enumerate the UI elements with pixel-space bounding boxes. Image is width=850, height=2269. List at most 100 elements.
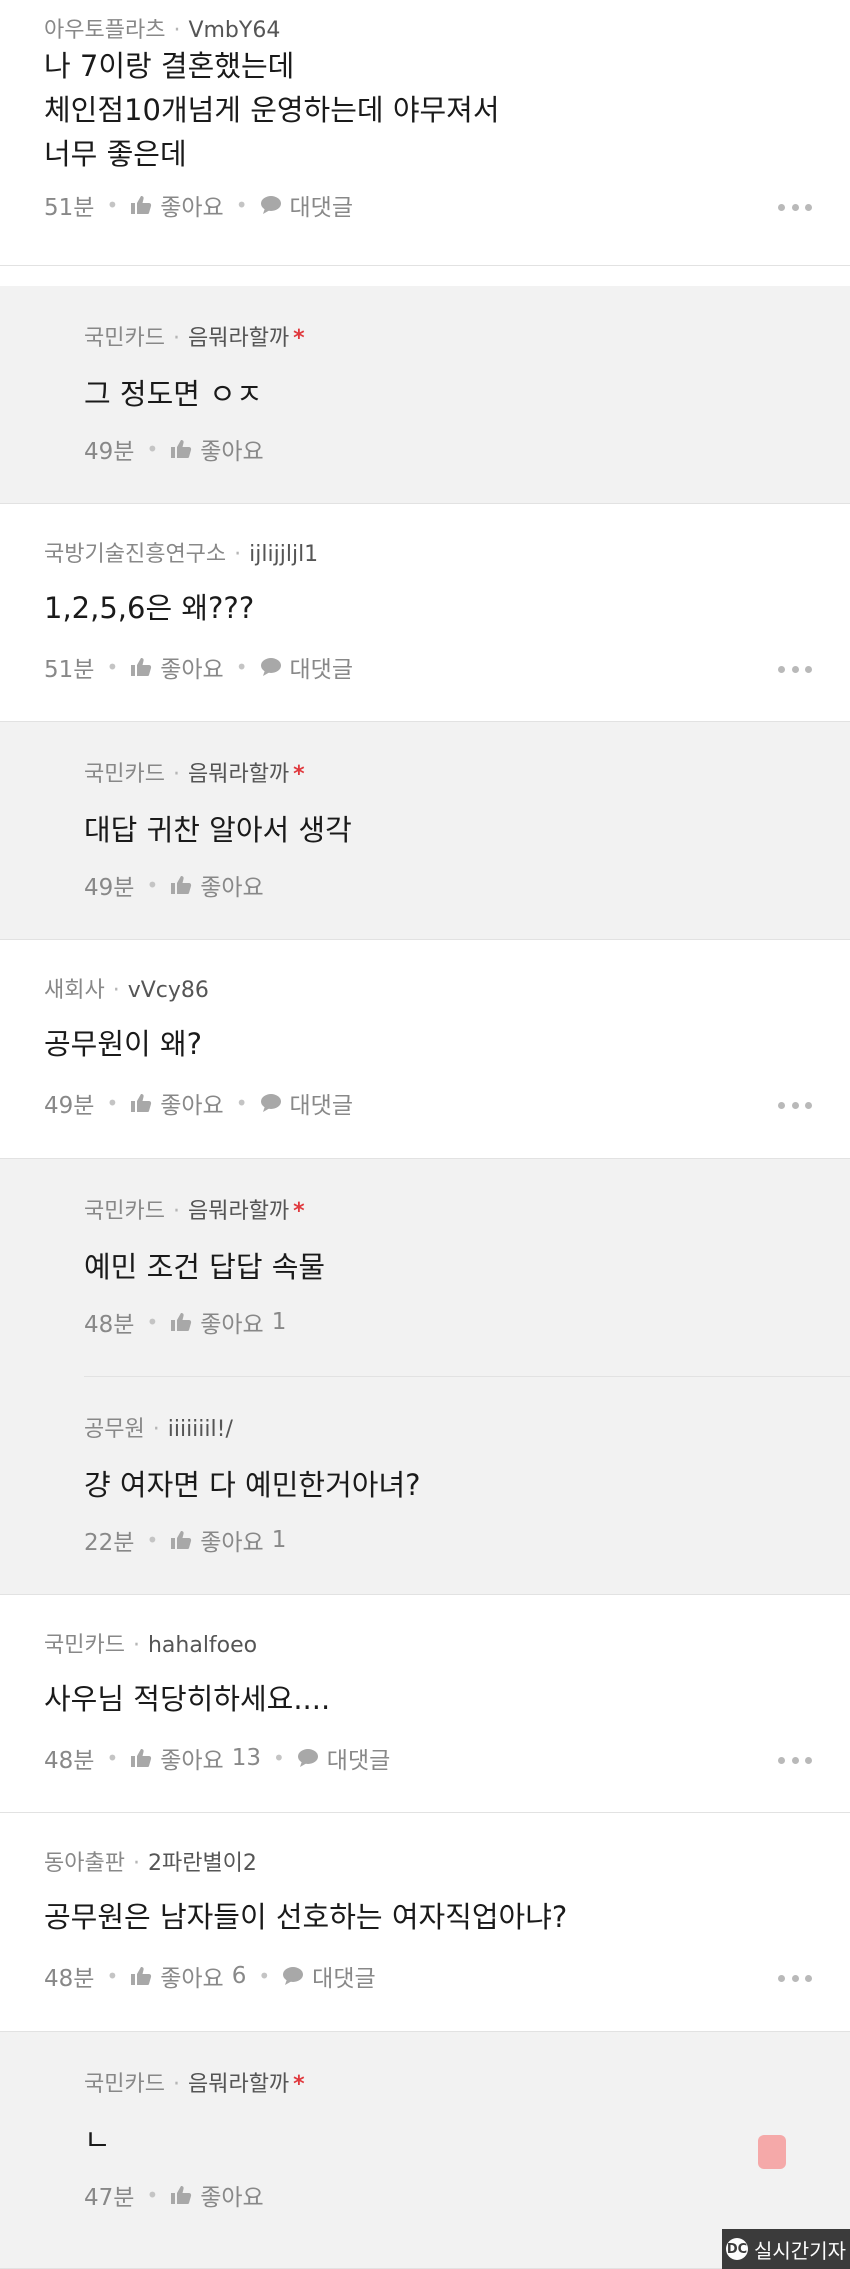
comment-actions: 51분 • 좋아요 • 대댓글 [44,188,353,222]
like-label: 좋아요 [200,439,264,465]
more-options-button[interactable] [778,664,812,674]
author-company[interactable]: 국민카드 [84,1199,165,1224]
like-label: 좋아요 [200,2185,264,2211]
comment-time: 48분 [44,1966,95,1992]
separator-dot: • [146,2183,159,2207]
separator-dot: • [106,1964,119,1988]
comment-text-line: 나 7이랑 결혼했는데 [44,49,295,83]
comment-author-line: 공무원 · iiiiiiil!/ [84,1411,233,1443]
author-company[interactable]: 국민카드 [84,762,165,787]
separator-dot: • [235,193,248,217]
author-badge-star: * [293,762,305,787]
like-button[interactable]: 좋아요 [170,868,264,902]
comment-actions: 51분 • 좋아요 • 대댓글 [44,650,353,684]
thumbs-up-icon [171,1531,192,1549]
author-company[interactable]: 국민카드 [44,1633,125,1658]
more-options-button[interactable] [778,1755,812,1765]
comment-time: 51분 [44,195,95,221]
like-label: 좋아요 [200,1530,264,1556]
floating-action-button[interactable] [758,2135,786,2169]
more-options-button[interactable] [778,202,812,212]
more-options-button[interactable] [778,1100,812,1110]
like-button[interactable]: 좋아요 [130,188,224,222]
author-company[interactable]: 아우토플라츠 [44,18,165,43]
comment-author-line: 국방기술진흥연구소 · ijlijjljl1 [44,536,318,568]
comment-author-line: 동아출판 · 2파란별이2 [44,1845,257,1877]
more-options-button[interactable] [778,1973,812,1983]
author-nickname[interactable]: 음뭐라할까 [188,762,289,787]
thumbs-up-icon [171,1313,192,1331]
comment-author-line: 국민카드 · hahalfoeo [44,1627,257,1659]
reply-button[interactable]: 대댓글 [260,1086,353,1120]
comment-item: 아우토플라츠 · VmbY64 나 7이랑 결혼했는데 체인점10개넘게 운영하는데 야… [0,0,850,286]
author-nickname[interactable]: 음뭐라할까 [188,1199,289,1224]
like-button[interactable]: 좋아요 [130,650,224,684]
author-company[interactable]: 동아출판 [44,1851,125,1876]
speech-bubble-icon [260,1094,281,1112]
author-nickname[interactable]: 음뭐라할까 [188,326,289,351]
comment-item: 동아출판 · 2파란별이2 공무원은 남자들이 선호하는 여자직업아냐? 48분 • 좋아요… [0,1813,850,2032]
author-company[interactable]: 공무원 [84,1417,145,1442]
reply-button[interactable]: 대댓글 [282,1959,376,1993]
comment-author-line: 국민카드 · 음뭐라할까 * [84,320,305,352]
comment-author-line: 새회사 · vVcy86 [44,972,209,1004]
separator-dot: • [146,1310,159,1334]
comment-actions: 48분 • 좋아요 1 [84,1305,286,1339]
author-company[interactable]: 새회사 [44,978,105,1003]
author-nickname[interactable]: iiiiiiil!/ [168,1417,233,1442]
like-button[interactable]: 좋아요 [170,432,264,466]
comment-actions: 48분 • 좋아요 6 • 대댓글 [44,1959,376,1993]
like-button[interactable]: 좋아요 [130,1086,224,1120]
author-nickname[interactable]: 2파란별이2 [148,1851,257,1876]
comment-time: 49분 [84,439,135,465]
like-label: 좋아요 [160,657,224,683]
comment-text-line: 1,2,5,6은 왜??? [44,591,255,625]
author-nickname[interactable]: VmbY64 [188,18,280,43]
reply-comment: 국민카드 · 음뭐라할까 * 예민 조건 답답 속물 48분 • 좋아요 1 [0,1159,850,1377]
separator-dot: • [273,1746,285,1770]
author-nickname[interactable]: vVcy86 [128,978,209,1003]
like-button[interactable]: 좋아요 6 [130,1959,246,1993]
comment-actions: 47분 • 좋아요 [84,2178,264,2212]
thumbs-up-icon [131,1749,152,1767]
reply-comment: 국민카드 · 음뭐라할까 * 대답 귀찬 알아서 생각 49분 • 좋아요 [0,722,850,940]
watermark-text: 실시간기자 [754,2238,846,2263]
reply-button[interactable]: 대댓글 [297,1741,390,1775]
comment-author-line: 국민카드 · 음뭐라할까 * [84,1193,305,1225]
separator-dot: · [172,2072,180,2097]
author-company[interactable]: 국민카드 [84,326,165,351]
comment-time: 47분 [84,2185,135,2211]
reply-comment: 국민카드 · 음뭐라할까 * 그 정도면 ㅇㅈ 49분 • 좋아요 [0,286,850,504]
reply-button[interactable]: 대댓글 [260,650,353,684]
author-company[interactable]: 국방기술진흥연구소 [44,542,226,567]
like-count: 1 [271,1527,287,1553]
comment-text-line: ㄴ [84,2123,111,2157]
author-company[interactable]: 국민카드 [84,2072,165,2097]
comment-actions: 22분 • 좋아요 1 [84,1523,286,1557]
like-button[interactable]: 좋아요 [170,2178,264,2212]
reply-button[interactable]: 대댓글 [260,188,353,222]
speech-bubble-icon [260,658,281,676]
watermark-logo: DC [726,2238,748,2260]
comment-item: 새회사 · vVcy86 공무원이 왜? 49분 • 좋아요 • 대댓글 [0,940,850,1159]
like-label: 좋아요 [200,875,264,901]
author-badge-star: * [293,326,305,351]
like-button[interactable]: 좋아요 13 [130,1741,261,1775]
speech-bubble-icon [297,1749,318,1767]
comment-author-line: 국민카드 · 음뭐라할까 * [84,2066,305,2098]
like-button[interactable]: 좋아요 1 [170,1523,286,1557]
author-nickname[interactable]: ijlijjljl1 [249,542,318,567]
separator-dot: • [106,1091,119,1115]
reply-label: 대댓글 [289,657,353,683]
comment-time: 51분 [44,657,95,683]
separator-dot: · [112,978,120,1003]
author-nickname[interactable]: 음뭐라할까 [188,2072,289,2097]
like-label: 좋아요 [160,1093,224,1119]
separator-dot: · [132,1633,140,1658]
like-button[interactable]: 좋아요 1 [170,1305,286,1339]
author-nickname[interactable]: hahalfoeo [148,1633,257,1658]
comment-item: 국방기술진흥연구소 · ijlijjljl1 1,2,5,6은 왜??? 51분 • 좋아요… [0,504,850,722]
thumbs-up-icon [131,1967,152,1985]
comment-text-line: 그 정도면 ㅇㅈ [84,377,263,411]
comment-text-line: 공무원이 왜? [44,1027,203,1061]
